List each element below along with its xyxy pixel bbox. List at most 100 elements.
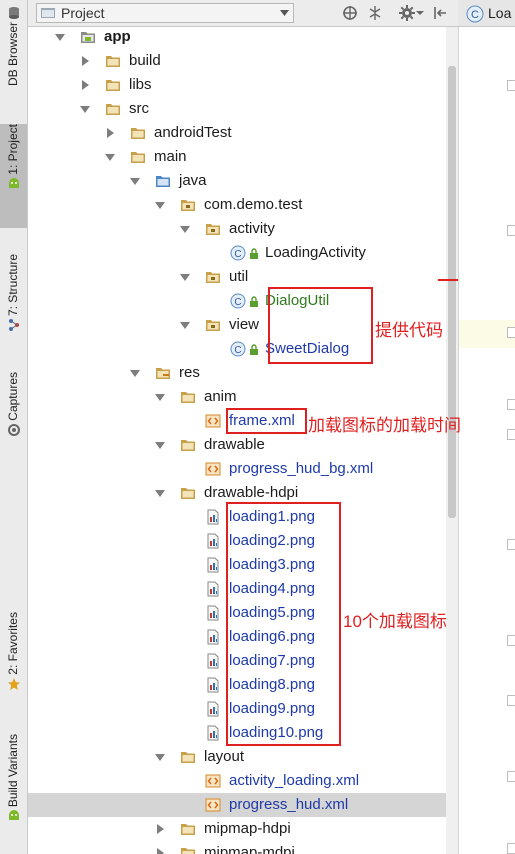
annotation-box-frame: [226, 408, 307, 434]
tree-row-label: main: [154, 148, 187, 165]
expand-arrow-icon[interactable]: [105, 152, 115, 162]
fold-marker[interactable]: [507, 695, 515, 706]
tab-structure[interactable]: 7: Structure: [0, 254, 27, 344]
fold-marker[interactable]: [507, 429, 515, 440]
expand-arrow-icon[interactable]: [155, 752, 165, 762]
folder-icon: [131, 128, 145, 139]
expand-arrow-icon[interactable]: [155, 440, 165, 450]
expand-arrow-icon[interactable]: [80, 104, 90, 114]
tree-scrollbar-thumb[interactable]: [448, 66, 456, 518]
tab-db-browser-label: DB Browser: [6, 22, 20, 87]
tree-row[interactable]: libs: [28, 73, 446, 97]
tree-row[interactable]: progress_hud_bg.xml: [28, 457, 446, 481]
tree-row[interactable]: C DialogUtil: [28, 289, 446, 313]
annotation-code-note: 提供代码: [375, 321, 443, 340]
star-icon: [7, 677, 20, 690]
tree-row[interactable]: activity_loading.xml: [28, 769, 446, 793]
tool-window-strip: DB Browser 1: Project 7: Structure Captu…: [0, 0, 28, 854]
expand-arrow-icon[interactable]: [180, 320, 190, 330]
fold-marker[interactable]: [507, 327, 515, 338]
collapse-arrow-icon[interactable]: [80, 56, 90, 66]
tree-row[interactable]: androidTest: [28, 121, 446, 145]
tree-row-label: view: [229, 316, 260, 333]
tab-favorites[interactable]: 2: Favorites: [0, 612, 27, 702]
fold-marker[interactable]: [507, 539, 515, 550]
tree-row[interactable]: drawable: [28, 433, 446, 457]
tree-row-label: activity_loading.xml: [229, 772, 360, 789]
tree-row[interactable]: anim: [28, 385, 446, 409]
expand-arrow-icon[interactable]: [130, 176, 140, 186]
project-view-icon: [41, 8, 55, 18]
tree-row-label: build: [129, 52, 161, 69]
editor-tab-strip: C Loa: [458, 0, 515, 27]
fold-marker[interactable]: [507, 399, 515, 410]
expand-arrow-icon[interactable]: [155, 392, 165, 402]
view-selector-dropdown[interactable]: Project: [36, 3, 294, 23]
editor-tab-label[interactable]: Loa: [488, 5, 511, 21]
collapse-arrow-icon[interactable]: [155, 848, 165, 854]
xml-file-icon: [205, 414, 221, 428]
tree-row[interactable]: activity: [28, 217, 446, 241]
png-file-icon: [207, 605, 219, 621]
tree-row[interactable]: com.demo.test: [28, 193, 446, 217]
annotation-box-classes: [268, 287, 373, 364]
svg-text:C: C: [234, 297, 241, 308]
captures-icon: [7, 423, 20, 436]
android-project-icon: [8, 177, 19, 188]
fold-marker[interactable]: [507, 843, 515, 854]
tree-row[interactable]: layout: [28, 745, 446, 769]
collapse-arrow-icon[interactable]: [105, 128, 115, 138]
tab-captures-label: Captures: [6, 372, 20, 421]
tree-row[interactable]: res: [28, 361, 446, 385]
tree-row[interactable]: mipmap-hdpi: [28, 817, 446, 841]
tree-row[interactable]: src: [28, 97, 446, 121]
folder-icon: [181, 488, 195, 499]
folder-icon: [106, 104, 120, 115]
tab-db-browser[interactable]: DB Browser: [0, 4, 27, 90]
folder-icon: [181, 392, 195, 403]
collapse-arrow-icon[interactable]: [80, 80, 90, 90]
tree-row[interactable]: build: [28, 49, 446, 73]
tab-build-variants[interactable]: Build Variants: [0, 734, 27, 840]
expand-arrow-icon[interactable]: [180, 272, 190, 282]
fold-marker[interactable]: [507, 80, 515, 91]
gear-dropdown-icon[interactable]: [416, 5, 424, 21]
tab-build-variants-label: Build Variants: [6, 734, 20, 808]
hide-panel-icon[interactable]: [432, 5, 448, 21]
collapse-all-icon[interactable]: [367, 5, 383, 21]
tree-row[interactable]: main: [28, 145, 446, 169]
editor-area[interactable]: [458, 27, 515, 854]
chevron-down-icon: [280, 10, 289, 16]
target-icon[interactable]: [342, 5, 358, 21]
tab-project[interactable]: 1: Project: [0, 124, 27, 228]
tree-row[interactable]: java: [28, 169, 446, 193]
expand-arrow-icon[interactable]: [55, 32, 65, 42]
png-file-icon: [207, 533, 219, 549]
folder-icon: [131, 152, 145, 163]
fold-marker[interactable]: [507, 225, 515, 236]
expand-arrow-icon[interactable]: [155, 488, 165, 498]
xml-file-icon: [205, 774, 221, 788]
tree-row-label: activity: [229, 220, 275, 237]
gear-icon[interactable]: [399, 5, 415, 21]
expand-arrow-icon[interactable]: [130, 368, 140, 378]
fold-marker[interactable]: [507, 771, 515, 782]
svg-text:C: C: [234, 345, 241, 356]
expand-arrow-icon[interactable]: [180, 224, 190, 234]
tree-row-label: app: [104, 28, 131, 45]
fold-marker[interactable]: [507, 635, 515, 646]
tree-row-label: anim: [204, 388, 237, 405]
tab-captures[interactable]: Captures: [0, 372, 27, 452]
collapse-arrow-icon[interactable]: [155, 824, 165, 834]
tree-row[interactable]: util: [28, 265, 446, 289]
png-file-icon: [207, 725, 219, 741]
structure-icon: [8, 319, 19, 332]
tree-row[interactable]: mipmap-mdpi: [28, 841, 446, 854]
png-file-icon: [207, 653, 219, 669]
folder-icon: [181, 752, 195, 763]
tree-row[interactable]: progress_hud.xml: [28, 793, 446, 817]
package-icon: [181, 200, 195, 211]
expand-arrow-icon[interactable]: [155, 200, 165, 210]
tree-row[interactable]: app: [28, 27, 446, 49]
tree-row[interactable]: C LoadingActivity: [28, 241, 446, 265]
